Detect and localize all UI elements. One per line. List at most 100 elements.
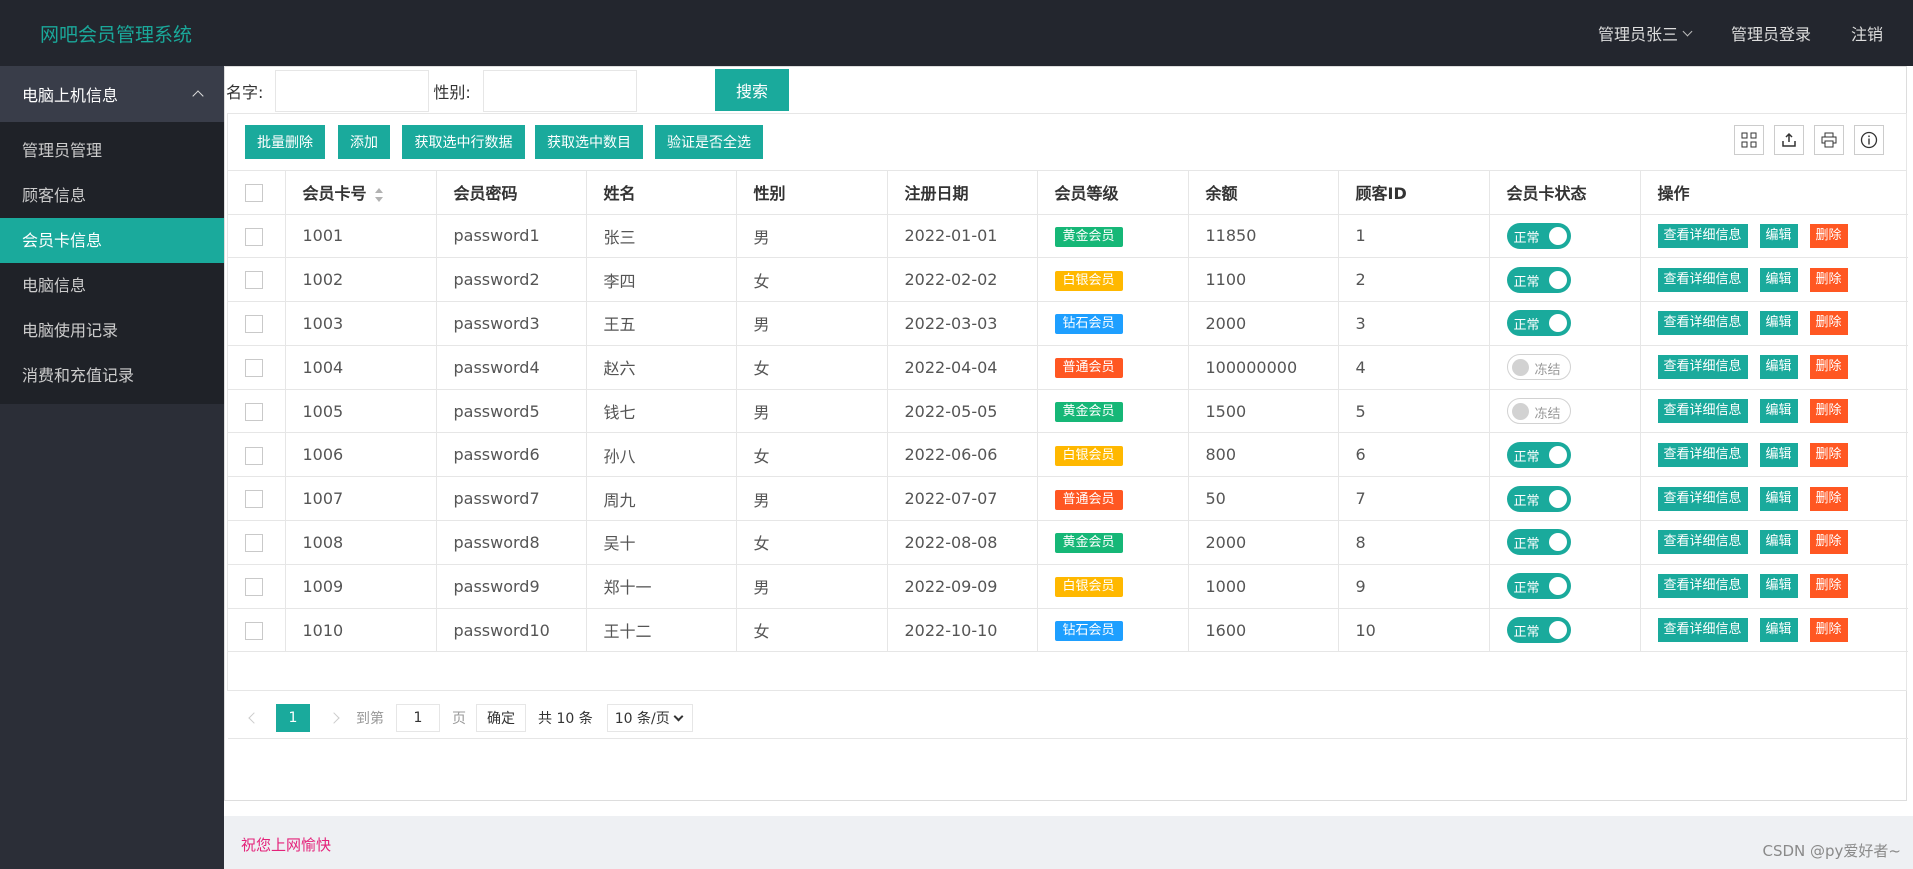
row-checkbox[interactable] — [245, 315, 263, 334]
export-icon[interactable] — [1774, 125, 1804, 155]
view-details-button[interactable]: 查看详细信息 — [1657, 530, 1748, 555]
view-details-button[interactable]: 查看详细信息 — [1657, 574, 1748, 599]
delete-button[interactable]: 删除 — [1809, 311, 1848, 336]
prev-page-icon[interactable] — [248, 711, 260, 724]
sidebar-item-computers[interactable]: 电脑信息 — [0, 263, 224, 308]
table-row: 1004 password4 赵六女 2022-04-04 普通会员 100000000 4… — [228, 345, 1908, 390]
check-all-button[interactable]: 验证是否全选 — [655, 125, 763, 159]
sidebar-group-computer-info[interactable]: 电脑上机信息 — [0, 66, 224, 122]
cell-reg-date: 2022-10-10 — [887, 608, 1038, 653]
page-1-button[interactable]: 1 — [276, 703, 310, 732]
admin-menu[interactable]: 管理员张三 — [1578, 21, 1711, 45]
sidebar-item-customers[interactable]: 顾客信息 — [0, 173, 224, 218]
row-checkbox[interactable] — [245, 227, 263, 246]
batch-delete-button[interactable]: 批量删除 — [245, 125, 325, 159]
print-icon[interactable] — [1814, 125, 1844, 155]
row-checkbox[interactable] — [245, 271, 263, 290]
status-switch[interactable]: 冻结 — [1506, 398, 1571, 425]
status-switch[interactable]: 冻结 — [1506, 354, 1571, 381]
delete-button[interactable]: 删除 — [1809, 574, 1848, 599]
col-header-actions: 操作 — [1640, 171, 1908, 215]
table-row: 1002 password2 李四女 2022-02-02 白银会员 1100 2 正常 查看详… — [228, 257, 1908, 303]
select-all-checkbox[interactable] — [245, 184, 263, 202]
edit-button[interactable]: 编辑 — [1759, 311, 1798, 336]
admin-login-link[interactable]: 管理员登录 — [1711, 21, 1831, 45]
search-button[interactable]: 搜索 — [715, 69, 789, 111]
status-switch[interactable]: 正常 — [1506, 529, 1571, 556]
edit-button[interactable]: 编辑 — [1759, 574, 1798, 599]
edit-button[interactable]: 编辑 — [1759, 530, 1798, 555]
status-switch[interactable]: 正常 — [1506, 222, 1571, 249]
sidebar-item-consumption-records[interactable]: 消费和充值记录 — [0, 353, 224, 398]
status-switch[interactable]: 正常 — [1506, 485, 1571, 512]
edit-button[interactable]: 编辑 — [1759, 223, 1798, 248]
view-details-button[interactable]: 查看详细信息 — [1657, 311, 1748, 336]
cell-customer-id: 9 — [1338, 564, 1490, 609]
edit-button[interactable]: 编辑 — [1759, 618, 1798, 643]
table-header-row: 会员卡号 会员密码 姓名 性别 注册日期 会员等级 余额 顾客ID 会员卡状态 … — [228, 171, 1908, 215]
cell-balance: 2000 — [1188, 520, 1339, 565]
delete-button[interactable]: 删除 — [1809, 267, 1848, 292]
view-details-button[interactable]: 查看详细信息 — [1657, 618, 1748, 643]
get-selected-count-button[interactable]: 获取选中数目 — [535, 125, 643, 159]
level-badge: 黄金会员 — [1054, 226, 1123, 247]
edit-button[interactable]: 编辑 — [1759, 442, 1798, 467]
row-checkbox[interactable] — [245, 402, 263, 421]
edit-button[interactable]: 编辑 — [1759, 355, 1798, 380]
row-checkbox[interactable] — [245, 534, 263, 553]
delete-button[interactable]: 删除 — [1809, 355, 1848, 380]
cell-level: 普通会员 — [1037, 345, 1189, 390]
row-checkbox[interactable] — [245, 446, 263, 465]
get-selected-rows-button[interactable]: 获取选中行数据 — [402, 125, 525, 159]
columns-icon[interactable] — [1734, 125, 1764, 155]
status-switch[interactable]: 正常 — [1506, 266, 1571, 293]
goto-confirm-button[interactable]: 确定 — [476, 703, 526, 732]
next-page-icon[interactable] — [328, 711, 340, 724]
name-input[interactable] — [275, 70, 430, 112]
edit-button[interactable]: 编辑 — [1759, 399, 1798, 424]
row-checkbox[interactable] — [245, 359, 263, 378]
goto-page-input[interactable]: 1 — [396, 703, 440, 732]
switch-knob — [1548, 577, 1567, 596]
cell-level: 白银会员 — [1037, 257, 1189, 303]
view-details-button[interactable]: 查看详细信息 — [1657, 486, 1748, 511]
delete-button[interactable]: 删除 — [1809, 618, 1848, 643]
delete-button[interactable]: 删除 — [1809, 530, 1848, 555]
status-switch[interactable]: 正常 — [1506, 573, 1571, 600]
cell-reg-date: 2022-07-07 — [887, 476, 1038, 522]
gender-input[interactable] — [482, 70, 637, 112]
delete-button[interactable]: 删除 — [1809, 399, 1848, 424]
view-details-button[interactable]: 查看详细信息 — [1657, 355, 1748, 380]
status-switch[interactable]: 正常 — [1506, 441, 1571, 468]
info-icon[interactable] — [1854, 125, 1884, 155]
add-button[interactable]: 添加 — [338, 125, 390, 159]
cell-gender: 男 — [736, 564, 888, 609]
view-details-button[interactable]: 查看详细信息 — [1657, 399, 1748, 424]
col-header-card-no[interactable]: 会员卡号 — [285, 171, 437, 215]
sidebar-item-usage-records[interactable]: 电脑使用记录 — [0, 308, 224, 353]
cell-reg-date: 2022-08-08 — [887, 520, 1038, 565]
sidebar-item-member-cards[interactable]: 会员卡信息 — [0, 218, 224, 263]
delete-button[interactable]: 删除 — [1809, 442, 1848, 467]
view-details-button[interactable]: 查看详细信息 — [1657, 442, 1748, 467]
status-switch[interactable]: 正常 — [1506, 310, 1571, 337]
status-switch[interactable]: 正常 — [1506, 617, 1571, 644]
delete-button[interactable]: 删除 — [1809, 486, 1848, 511]
row-checkbox[interactable] — [245, 578, 263, 597]
view-details-button[interactable]: 查看详细信息 — [1657, 223, 1748, 248]
sidebar-item-admin[interactable]: 管理员管理 — [0, 128, 224, 173]
page-size-select[interactable]: 10 条/页 — [606, 703, 693, 732]
cell-gender: 男 — [736, 301, 888, 346]
row-checkbox[interactable] — [245, 621, 263, 640]
sort-icon[interactable] — [374, 187, 383, 202]
cell-card-no: 1003 — [285, 301, 437, 346]
view-details-button[interactable]: 查看详细信息 — [1657, 267, 1748, 292]
row-checkbox[interactable] — [245, 490, 263, 509]
edit-button[interactable]: 编辑 — [1759, 267, 1798, 292]
table-panel: 批量删除 添加 获取选中行数据 获取选中数目 验证是否全选 会员卡号 会员密码 … — [227, 113, 1908, 739]
cell-actions: 查看详细信息 编辑 删除 — [1640, 389, 1908, 434]
edit-button[interactable]: 编辑 — [1759, 486, 1798, 511]
delete-button[interactable]: 删除 — [1809, 223, 1848, 248]
logout-link[interactable]: 注销 — [1831, 21, 1913, 45]
cell-level: 白银会员 — [1037, 432, 1189, 478]
